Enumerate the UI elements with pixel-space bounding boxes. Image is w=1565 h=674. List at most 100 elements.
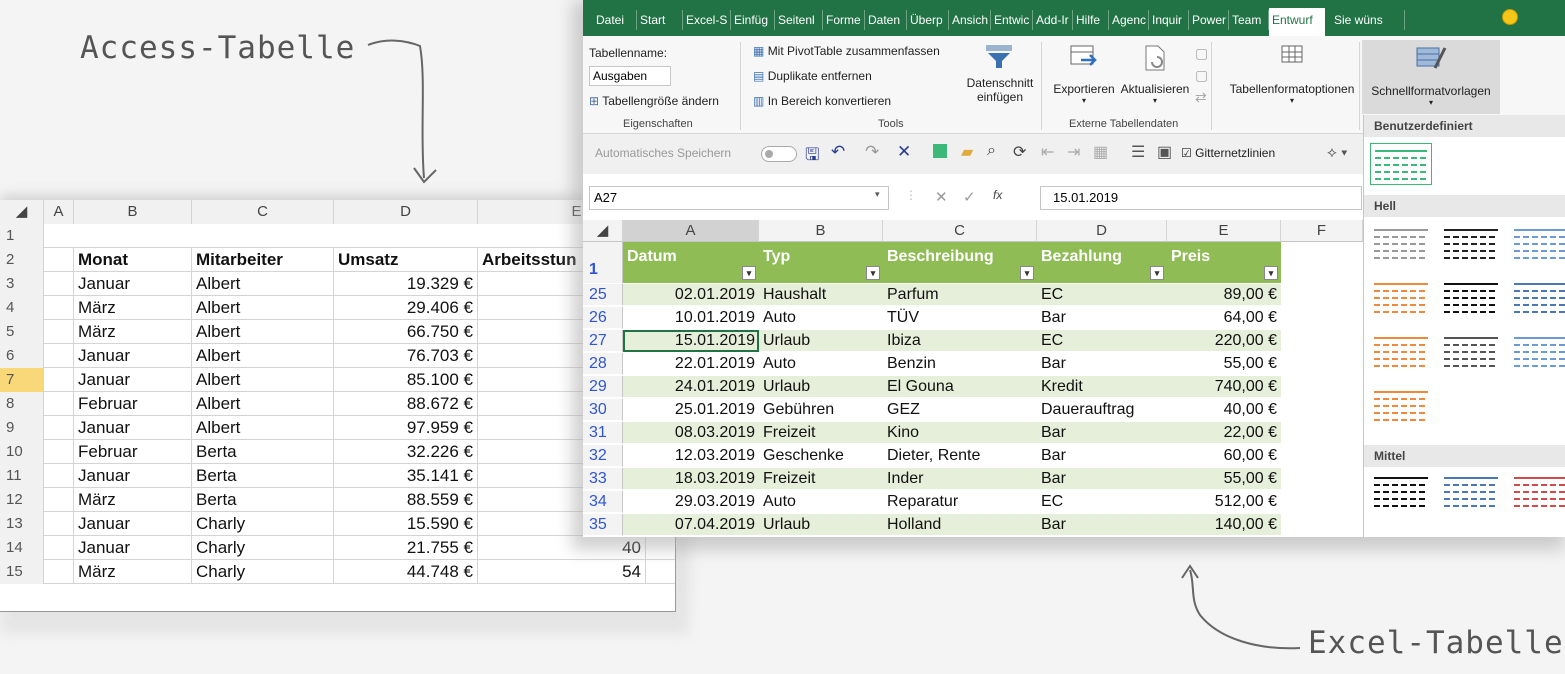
cell-bezahlung[interactable]: EC: [1037, 330, 1167, 352]
row-number[interactable]: 14: [0, 536, 44, 560]
row-number[interactable]: 30: [583, 399, 623, 421]
borders-icon[interactable]: ▦: [1093, 142, 1108, 162]
tab-inquir[interactable]: Inquir: [1149, 10, 1189, 30]
cell-beschreibung[interactable]: Inder: [883, 468, 1037, 490]
cell-beschreibung[interactable]: Reparatur: [883, 491, 1037, 513]
cell-empty[interactable]: [1281, 353, 1363, 375]
row-number[interactable]: 1: [0, 224, 44, 248]
row-number[interactable]: 12: [0, 488, 44, 512]
style-light-1[interactable]: [1370, 223, 1432, 265]
row-number[interactable]: 15: [0, 560, 44, 584]
cell-mitarbeiter[interactable]: Albert: [192, 272, 334, 296]
cell-typ[interactable]: Gebühren: [759, 399, 883, 421]
row-number[interactable]: 10: [0, 440, 44, 464]
cell[interactable]: [44, 320, 74, 344]
cell[interactable]: [44, 440, 74, 464]
cell-monat[interactable]: Januar: [74, 416, 192, 440]
tab-seitenl[interactable]: Seitenl: [775, 10, 823, 30]
style-medium-3[interactable]: [1510, 471, 1565, 513]
cell-typ[interactable]: Urlaub: [759, 330, 883, 352]
cell-empty[interactable]: [1281, 514, 1363, 536]
filter-dropdown-icon[interactable]: ▾: [1020, 266, 1034, 280]
cell-mitarbeiter[interactable]: Berta: [192, 488, 334, 512]
cell-empty[interactable]: [1281, 491, 1363, 513]
cell-beschreibung[interactable]: Parfum: [883, 284, 1037, 306]
cell-monat[interactable]: Januar: [74, 272, 192, 296]
cell-empty[interactable]: [1281, 284, 1363, 306]
quick-styles-button[interactable]: Schnellformatvorlagen ▾: [1362, 40, 1500, 114]
cell-datum[interactable]: 22.01.2019: [623, 353, 759, 375]
customize-qat-icon[interactable]: ⟡ ▾: [1327, 144, 1347, 161]
tab-entwurf[interactable]: Entwurf: [1269, 8, 1325, 36]
cell-empty[interactable]: [1281, 376, 1363, 398]
row-number[interactable]: 1: [583, 242, 623, 284]
namebox-dropdown-icon[interactable]: ▾: [875, 189, 880, 200]
row-number[interactable]: 25: [583, 284, 623, 306]
cell-preis[interactable]: 140,00 €: [1167, 514, 1281, 536]
cell-monat[interactable]: Januar: [74, 344, 192, 368]
cell-bezahlung[interactable]: Bar: [1037, 307, 1167, 329]
cell-empty[interactable]: [1281, 422, 1363, 444]
cell-mitarbeiter[interactable]: Albert: [192, 320, 334, 344]
table-name-input[interactable]: Ausgaben: [589, 66, 671, 86]
redo-icon[interactable]: ↷: [865, 142, 879, 162]
col-header-c[interactable]: C: [883, 220, 1037, 242]
row-number[interactable]: 34: [583, 491, 623, 513]
tab-datei[interactable]: Datei: [593, 10, 637, 30]
cell-datum[interactable]: 24.01.2019: [623, 376, 759, 398]
col-header-d[interactable]: D: [334, 200, 478, 224]
tab-addir[interactable]: Add-Ir: [1033, 10, 1073, 30]
row-number[interactable]: 32: [583, 445, 623, 467]
style-light-4[interactable]: [1370, 277, 1432, 319]
cell[interactable]: [44, 296, 74, 320]
cell-umsatz[interactable]: 97.959 €: [334, 416, 478, 440]
cell-umsatz[interactable]: 21.755 €: [334, 536, 478, 560]
cell-mitarbeiter[interactable]: Berta: [192, 440, 334, 464]
cell-datum[interactable]: 10.01.2019: [623, 307, 759, 329]
cell-monat[interactable]: März: [74, 296, 192, 320]
clear-format-icon[interactable]: ✕: [897, 142, 911, 162]
cell-typ[interactable]: Haushalt: [759, 284, 883, 306]
cell-bezahlung[interactable]: Dauerauftrag: [1037, 399, 1167, 421]
row-number[interactable]: 8: [0, 392, 44, 416]
header-monat[interactable]: Monat: [74, 248, 192, 272]
cell-typ[interactable]: Freizeit: [759, 422, 883, 444]
cell[interactable]: [44, 416, 74, 440]
cell-preis[interactable]: 64,00 €: [1167, 307, 1281, 329]
cell-mitarbeiter[interactable]: Albert: [192, 344, 334, 368]
cell-monat[interactable]: Januar: [74, 512, 192, 536]
tab-power[interactable]: Power: [1189, 10, 1229, 30]
gridlines-checkbox[interactable]: ☑ Gitternetzlinien: [1181, 146, 1275, 160]
tab-überp[interactable]: Überp: [907, 10, 949, 30]
cell-preis[interactable]: 89,00 €: [1167, 284, 1281, 306]
row-number[interactable]: 26: [583, 307, 623, 329]
tab-entwic[interactable]: Entwic: [991, 10, 1033, 30]
freeze-icon[interactable]: ▣: [1157, 142, 1172, 162]
cell-bezahlung[interactable]: Kredit: [1037, 376, 1167, 398]
cell-bezahlung[interactable]: Bar: [1037, 445, 1167, 467]
row-number[interactable]: 6: [0, 344, 44, 368]
cell-arbeitsstunden[interactable]: 54: [478, 560, 646, 584]
cell-beschreibung[interactable]: Holland: [883, 514, 1037, 536]
filter-dropdown-icon[interactable]: ▾: [1150, 266, 1164, 280]
pivot-button[interactable]: ▦ Mit PivotTable zusammenfassen: [753, 44, 940, 58]
cell-beschreibung[interactable]: Benzin: [883, 353, 1037, 375]
col-header-c[interactable]: C: [192, 200, 334, 224]
style-light-3[interactable]: [1510, 223, 1565, 265]
cell-beschreibung[interactable]: TÜV: [883, 307, 1037, 329]
cell-umsatz[interactable]: 32.226 €: [334, 440, 478, 464]
cell-preis[interactable]: 60,00 €: [1167, 445, 1281, 467]
cell-beschreibung[interactable]: El Gouna: [883, 376, 1037, 398]
cell-bezahlung[interactable]: Bar: [1037, 468, 1167, 490]
row-number[interactable]: 31: [583, 422, 623, 444]
cell-typ[interactable]: Geschenke: [759, 445, 883, 467]
row-number[interactable]: 28: [583, 353, 623, 375]
cell-bezahlung[interactable]: EC: [1037, 284, 1167, 306]
cell-umsatz[interactable]: 15.590 €: [334, 512, 478, 536]
cell-datum[interactable]: 02.01.2019: [623, 284, 759, 306]
tab-excels[interactable]: Excel-S: [683, 10, 731, 30]
cancel-icon[interactable]: ✕: [935, 188, 948, 206]
header-typ[interactable]: Typ ▾: [759, 242, 883, 284]
cell-umsatz[interactable]: 66.750 €: [334, 320, 478, 344]
cell[interactable]: [44, 560, 74, 584]
